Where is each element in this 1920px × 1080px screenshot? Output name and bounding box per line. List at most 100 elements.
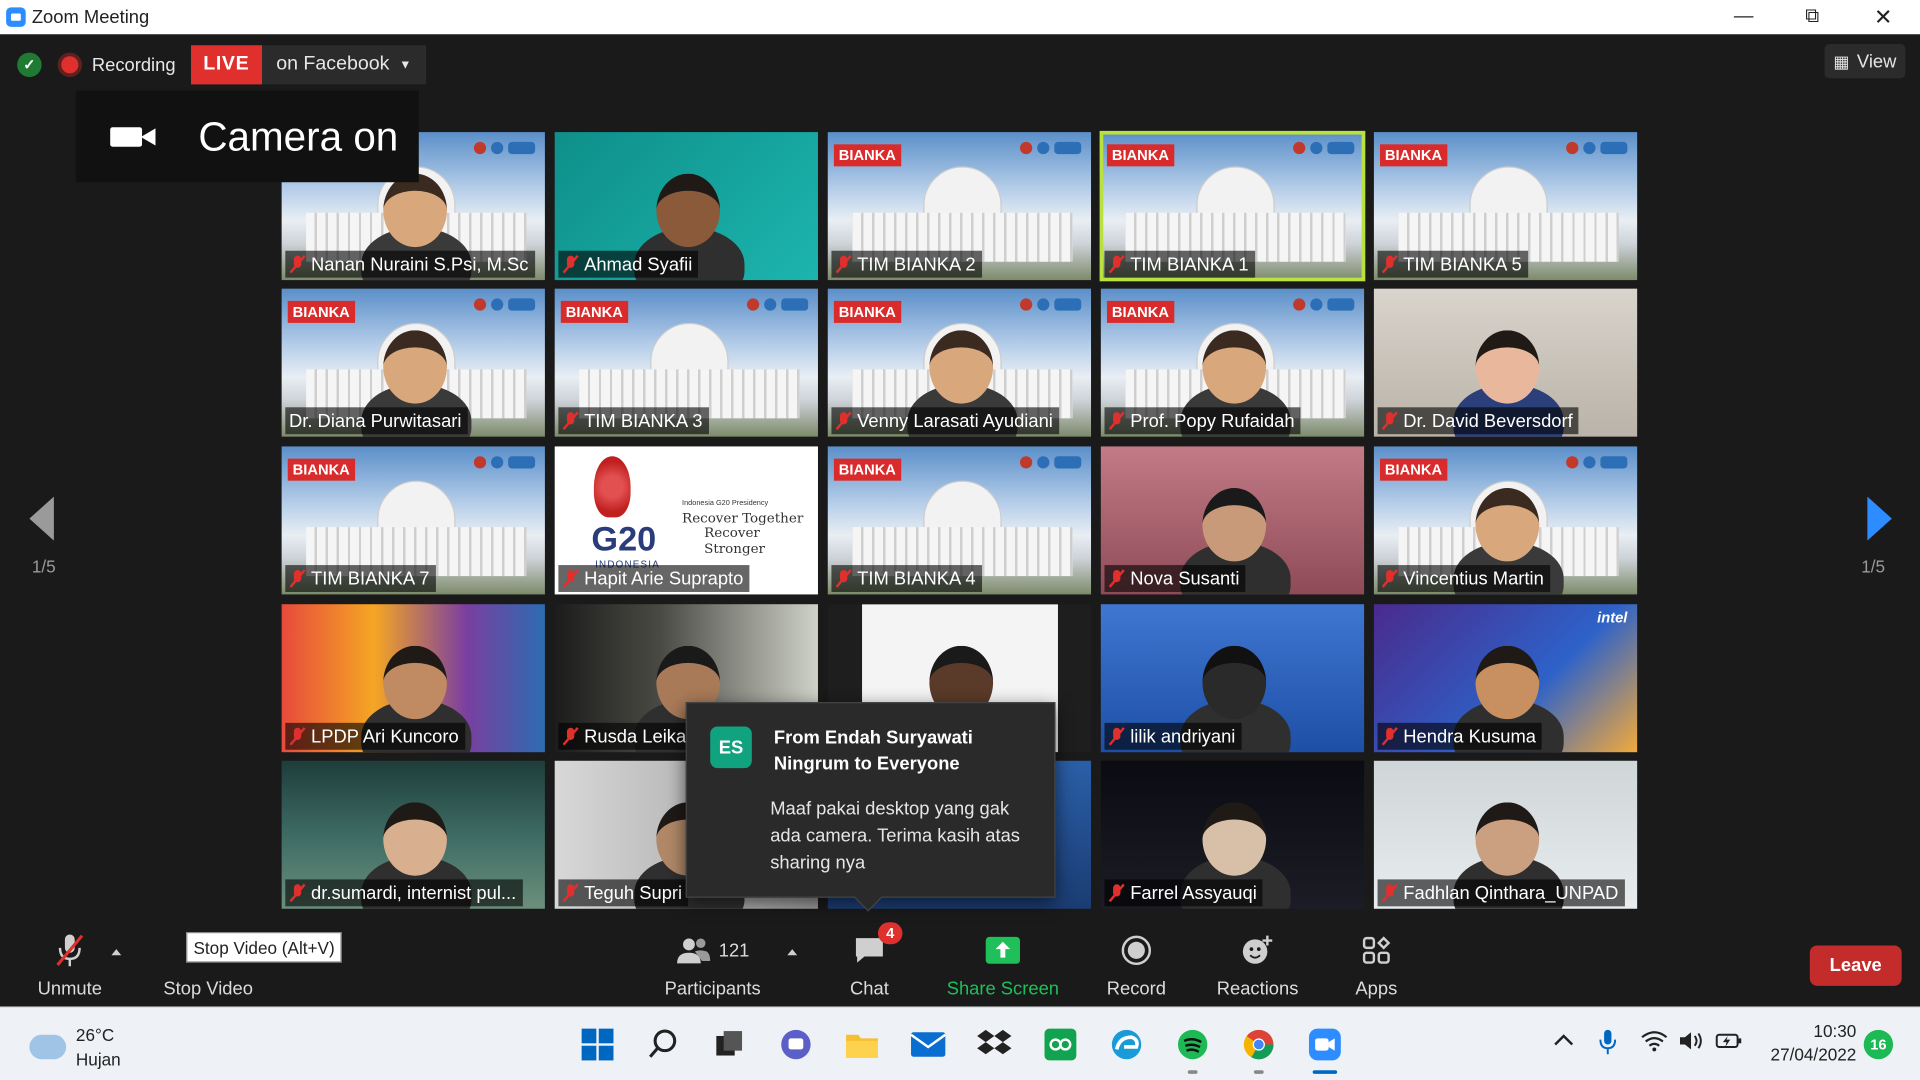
wifi-icon[interactable] — [1641, 1030, 1668, 1056]
muted-mic-icon — [289, 883, 306, 903]
system-clock[interactable]: 10:30 27/04/2022 — [1758, 1020, 1857, 1066]
zoom-taskbar-icon[interactable] — [1305, 1025, 1344, 1074]
dropbox-icon[interactable] — [975, 1025, 1014, 1064]
recording-dot-icon — [61, 56, 79, 74]
record-icon — [1118, 932, 1155, 969]
battery-charging-icon[interactable] — [1714, 1030, 1743, 1056]
recording-indicator[interactable]: Recording — [61, 46, 176, 83]
video-tile[interactable]: Farrel Assyauqi — [1100, 760, 1365, 909]
participant-name-label: Hapit Arie Suprapto — [558, 565, 750, 592]
video-camera-icon — [110, 124, 157, 148]
unmute-button[interactable]: Unmute — [27, 925, 113, 1007]
participants-button[interactable]: 121 Participants — [659, 925, 767, 1007]
muted-mic-icon — [1108, 569, 1125, 589]
muted-mic-icon — [1108, 727, 1125, 747]
participant-name-label: Rusda Leika — [558, 722, 693, 750]
video-tile[interactable]: BIANKA Prof. Popy Rufaidah — [1100, 288, 1365, 437]
search-icon[interactable] — [644, 1025, 683, 1064]
minimize-icon[interactable]: — — [1709, 0, 1778, 34]
clock-time: 10:30 — [1813, 1021, 1857, 1041]
participant-name: Nanan Nuraini S.Psi, M.Sc — [311, 253, 529, 275]
video-tile-active-speaker[interactable]: BIANKA TIM BIANKA 1 — [1099, 130, 1366, 282]
windows-taskbar: 26°C Hujan 10:30 27/04/2022 16 — [0, 1006, 1920, 1080]
video-tile[interactable]: BIANKA TIM BIANKA 5 — [1373, 132, 1638, 281]
edge-browser-icon[interactable] — [1107, 1025, 1146, 1064]
video-tile[interactable]: Fadhlan Qinthara_UNPAD — [1373, 760, 1638, 909]
participants-options-caret-icon[interactable] — [787, 949, 798, 956]
participant-face — [1475, 645, 1540, 720]
video-tile[interactable]: BIANKA Venny Larasati Ayudiani — [827, 288, 1092, 437]
participant-name: TIM BIANKA 7 — [311, 568, 430, 589]
participant-name: Farrel Assyauqi — [1130, 882, 1257, 904]
participant-name: dr.sumardi, internist pul... — [311, 882, 517, 904]
video-tile[interactable]: dr.sumardi, internist pul... — [281, 760, 545, 909]
live-destination[interactable]: on Facebook ▼ — [261, 45, 427, 85]
leave-button[interactable]: Leave — [1809, 945, 1902, 986]
caret-down-icon: ▼ — [399, 58, 412, 72]
bianka-brand-logo: BIANKA — [833, 300, 901, 323]
video-tile[interactable]: Ahmad Syafii — [554, 132, 818, 281]
live-stream-indicator[interactable]: LIVE on Facebook ▼ — [191, 45, 427, 85]
chat-unread-badge: 4 — [877, 922, 903, 945]
weather-widget[interactable]: 26°C Hujan — [29, 1023, 121, 1072]
chrome-icon[interactable] — [1239, 1025, 1278, 1074]
audio-options-caret-icon[interactable] — [111, 949, 122, 956]
weather-temperature: 26°C — [75, 1024, 115, 1045]
mail-icon[interactable] — [909, 1025, 948, 1064]
muted-mic-icon — [289, 727, 306, 747]
microphone-in-use-icon[interactable] — [1598, 1027, 1618, 1060]
bianka-brand-logo: BIANKA — [833, 144, 901, 167]
view-button[interactable]: ▦ View — [1824, 44, 1906, 79]
video-tile[interactable]: BIANKA TIM BIANKA 3 — [554, 288, 818, 437]
reactions-button[interactable]: Reactions — [1210, 925, 1306, 1007]
share-screen-button[interactable]: Share Screen — [943, 925, 1063, 1007]
video-tile[interactable]: BIANKA Vincentius Martin — [1373, 446, 1638, 595]
participant-face — [383, 330, 447, 404]
sponsor-logos — [1020, 141, 1082, 155]
previous-page-arrow-icon[interactable] — [29, 496, 54, 541]
capitol-dome-graphic — [377, 480, 456, 530]
video-tile[interactable]: BIANKA TIM BIANKA 2 — [827, 132, 1092, 281]
video-tile[interactable]: intel Hendra Kusuma — [1373, 604, 1638, 753]
muted-mic-icon — [1381, 727, 1398, 747]
live-badge: LIVE — [191, 45, 262, 85]
chat-button[interactable]: 4 Chat — [838, 922, 903, 1007]
chat-notification-popup[interactable]: ES From Endah Suryawati Ningrum to Every… — [685, 702, 1056, 912]
green-app-icon[interactable] — [1041, 1025, 1080, 1064]
video-tile[interactable]: BIANKA TIM BIANKA 7 — [281, 446, 545, 595]
close-icon[interactable]: ✕ — [1849, 0, 1918, 34]
notification-count-badge[interactable]: 16 — [1863, 1029, 1894, 1060]
windows-start-icon[interactable] — [578, 1025, 617, 1064]
video-tile[interactable]: lilik andriyani — [1100, 604, 1365, 753]
video-tile[interactable]: G20INDONESIAIndonesia G20 PresidencyReco… — [554, 446, 818, 595]
video-tile[interactable]: Nova Susanti — [1100, 446, 1365, 595]
file-explorer-icon[interactable] — [842, 1025, 881, 1064]
record-button[interactable]: Record — [1100, 925, 1173, 1007]
participant-name-label: TIM BIANKA 2 — [831, 250, 982, 278]
sponsor-logos — [1020, 298, 1082, 311]
sponsor-logos — [1566, 141, 1628, 155]
participant-name: TIM BIANKA 1 — [1130, 253, 1249, 275]
share-screen-icon — [984, 932, 1021, 969]
encryption-shield-icon[interactable]: ✓ — [17, 52, 42, 78]
video-tile[interactable]: LPDP Ari Kuncoro — [281, 604, 545, 753]
video-tile[interactable]: BIANKA Dr. Diana Purwitasari — [281, 288, 545, 437]
next-page-arrow-icon[interactable] — [1867, 496, 1892, 541]
rain-cloud-icon — [29, 1034, 67, 1060]
teams-chat-icon[interactable] — [776, 1025, 815, 1064]
restore-icon[interactable]: ⧉ — [1778, 0, 1847, 34]
participant-name-label: Teguh Supri — [558, 879, 689, 907]
capitol-dome-graphic — [923, 480, 1002, 530]
video-tile[interactable]: Dr. David Beversdorf — [1373, 288, 1638, 437]
video-tile[interactable]: BIANKA TIM BIANKA 4 — [827, 446, 1092, 595]
spotify-icon[interactable] — [1173, 1025, 1212, 1074]
participant-name: Ahmad Syafii — [584, 253, 693, 275]
apps-button[interactable]: Apps — [1347, 925, 1406, 1007]
task-view-icon[interactable] — [710, 1025, 749, 1064]
volume-icon[interactable] — [1678, 1030, 1705, 1056]
capitol-dome-graphic — [1469, 166, 1548, 216]
participants-icon: 121 — [676, 932, 749, 969]
participant-name-label: Dr. David Beversdorf — [1377, 407, 1579, 435]
show-hidden-icons-chevron-icon[interactable] — [1553, 1031, 1575, 1051]
participants-count: 121 — [718, 939, 750, 961]
